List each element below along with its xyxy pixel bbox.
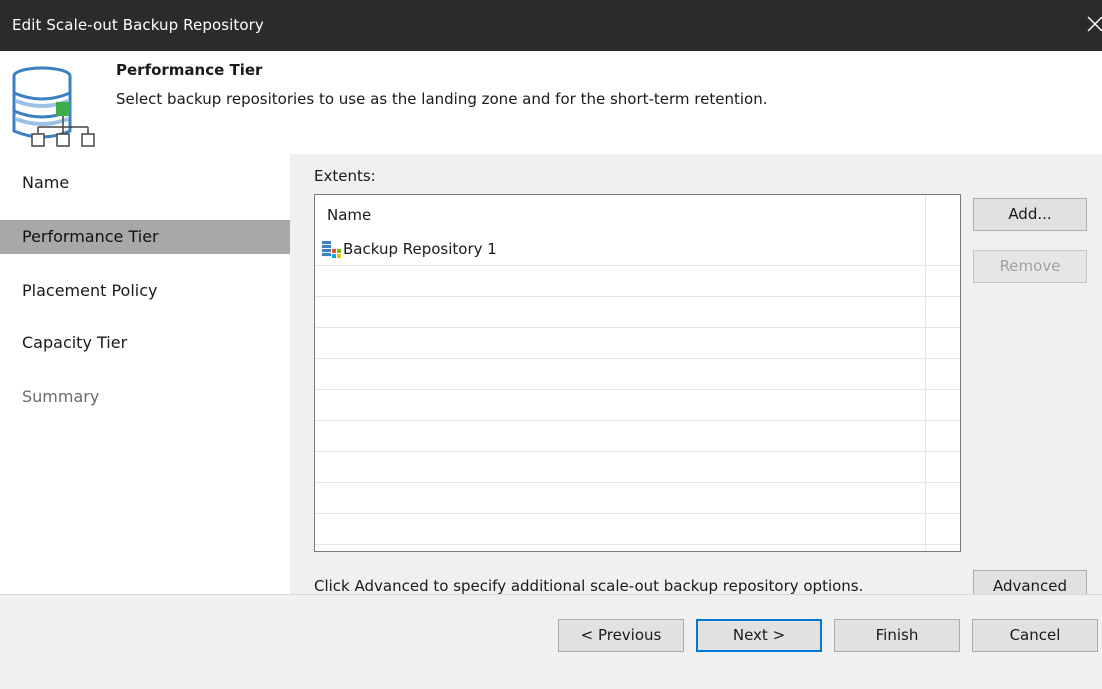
repository-name: Backup Repository 1	[343, 240, 497, 258]
next-button[interactable]: Next >	[696, 619, 822, 652]
previous-button[interactable]: < Previous	[558, 619, 684, 652]
step-description: Select backup repositories to use as the…	[116, 90, 768, 108]
wizard-header: Performance Tier Select backup repositor…	[0, 51, 1102, 154]
empty-row	[315, 328, 960, 359]
table-row[interactable]: Backup Repository 1	[315, 235, 960, 266]
empty-row	[315, 297, 960, 328]
close-icon[interactable]	[1084, 12, 1102, 36]
extents-list[interactable]: Name Backup Repository 1	[314, 194, 961, 552]
remove-button[interactable]: Remove	[973, 250, 1087, 283]
cancel-button[interactable]: Cancel	[972, 619, 1098, 652]
extents-label: Extents:	[314, 167, 376, 185]
step-title: Performance Tier	[116, 61, 263, 79]
empty-row	[315, 452, 960, 483]
nav-step-performance-tier[interactable]: Performance Tier	[0, 220, 290, 254]
nav-step-summary[interactable]: Summary	[0, 380, 290, 414]
wizard-steps-nav: Name Performance Tier Placement Policy C…	[0, 154, 290, 594]
nav-step-placement-policy[interactable]: Placement Policy	[0, 274, 290, 308]
nav-step-capacity-tier[interactable]: Capacity Tier	[0, 326, 290, 360]
finish-button[interactable]: Finish	[834, 619, 960, 652]
title-bar: Edit Scale-out Backup Repository	[0, 0, 1102, 51]
nav-step-name[interactable]: Name	[0, 166, 290, 200]
add-button[interactable]: Add...	[973, 198, 1087, 231]
column-header-name[interactable]: Name	[327, 206, 371, 224]
backup-repository-icon	[321, 240, 341, 264]
empty-row	[315, 390, 960, 421]
empty-row	[315, 359, 960, 390]
window-title: Edit Scale-out Backup Repository	[12, 16, 264, 34]
empty-row	[315, 514, 960, 545]
empty-row	[315, 483, 960, 514]
wizard-footer: < Previous Next > Finish Cancel	[0, 594, 1102, 689]
empty-row	[315, 421, 960, 452]
wizard-content: Extents: Name Backup Repository 1 Add...…	[290, 154, 1102, 603]
scale-out-repository-icon	[10, 63, 102, 153]
empty-row	[315, 266, 960, 297]
advanced-hint: Click Advanced to specify additional sca…	[314, 577, 864, 595]
